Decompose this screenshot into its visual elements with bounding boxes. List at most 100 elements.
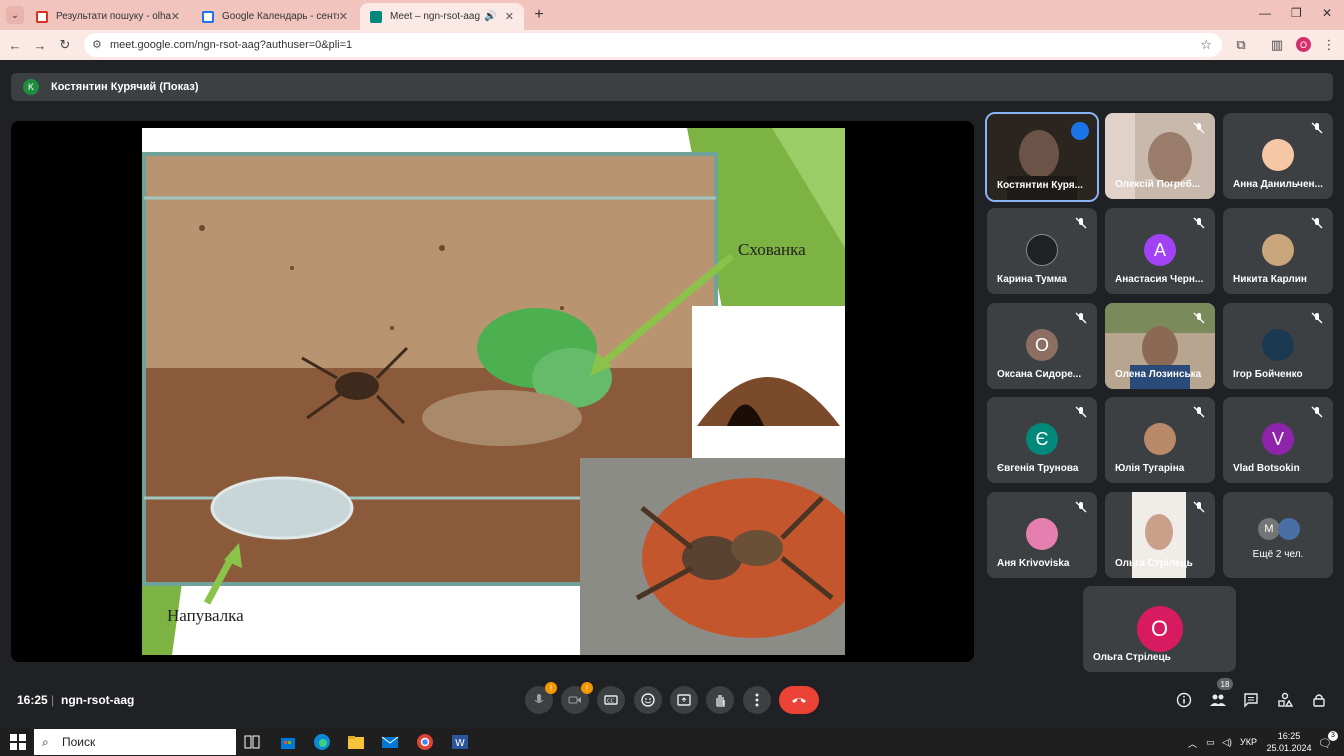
close-window-icon[interactable]: ✕ [1322, 6, 1332, 20]
close-tab-icon[interactable]: ✕ [171, 10, 180, 23]
emoji-icon [641, 693, 655, 707]
people-button[interactable] [1208, 690, 1228, 710]
close-tab-icon[interactable]: ✕ [339, 10, 348, 23]
more-participants-tile[interactable]: M Ещё 2 чел. [1223, 492, 1333, 578]
close-tab-icon[interactable]: ✕ [505, 10, 514, 23]
gmail-icon [36, 10, 48, 23]
participant-avatar [1262, 139, 1294, 171]
participant-tile[interactable]: Карина Тумма [987, 208, 1097, 294]
side-panel-icon[interactable]: ▥ [1268, 36, 1286, 54]
word-icon[interactable]: W [451, 733, 469, 751]
task-view-icon[interactable] [243, 733, 261, 751]
mic-off-icon [1193, 501, 1205, 513]
more-vertical-icon [755, 693, 759, 707]
participant-tile[interactable]: Ольга Стрілець [1105, 492, 1215, 578]
camera-button[interactable]: ! [561, 682, 593, 714]
mic-off-icon [1193, 312, 1205, 324]
site-info-icon[interactable]: ⚙ [92, 38, 102, 51]
taskbar-search-placeholder: Поиск [62, 735, 96, 749]
presenter-name: Костянтин Курячий (Показ) [51, 81, 199, 93]
self-tile[interactable]: O Ольга Стрілець [1083, 586, 1236, 672]
participant-name: Никита Карлин [1233, 274, 1307, 285]
people-icon [1210, 694, 1226, 706]
people-count-badge: 18 [1217, 678, 1233, 690]
address-bar[interactable]: ⚙ meet.google.com/ngn-rsot-aag?authuser=… [84, 33, 1222, 57]
participant-tile[interactable]: Олена Лозинська [1105, 303, 1215, 389]
taskbar-date: 25.01.2024 [1266, 743, 1312, 753]
taskbar-search-box[interactable]: ⌕ Поиск [34, 729, 236, 755]
participant-avatar: A [1144, 234, 1176, 266]
browser-tab-title: Результати пошуку - olhastrile [56, 11, 171, 22]
warning-badge: ! [545, 682, 557, 694]
meeting-details-button[interactable] [1174, 690, 1194, 710]
svg-text:CC: CC [607, 699, 614, 705]
microsoft-store-icon[interactable] [279, 733, 297, 751]
browser-tab-active[interactable]: Meet – ngn-rsot-aag 🔊 ✕ [360, 3, 524, 30]
browser-tab[interactable]: Результати пошуку - olhastrile ✕ [26, 3, 190, 30]
taskbar-clock[interactable]: 16:25 25.01.2024 [1264, 730, 1314, 754]
presenter-avatar: K [23, 79, 39, 95]
mic-off-icon [1193, 217, 1205, 229]
present-screen-button[interactable] [670, 686, 698, 714]
profile-avatar[interactable]: O [1296, 37, 1311, 52]
meet-icon [370, 10, 382, 23]
browser-toolbar: ← → ↻ ⚙ meet.google.com/ngn-rsot-aag?aut… [0, 30, 1344, 60]
input-language[interactable]: УКР [1240, 737, 1257, 747]
microphone-button[interactable]: ! [525, 682, 557, 714]
tray-chevron-up-icon[interactable]: ︿ [1188, 737, 1197, 750]
browser-menu-icon[interactable]: ⋮ [1320, 36, 1338, 54]
more-options-button[interactable] [743, 686, 771, 714]
reload-icon[interactable]: ↻ [56, 36, 74, 54]
participant-tile[interactable]: Костянтин Куря... [985, 112, 1099, 202]
mic-off-icon [1311, 217, 1323, 229]
forward-arrow-icon[interactable]: → [31, 36, 49, 54]
volume-icon[interactable]: ◁) [1222, 737, 1232, 748]
chat-button[interactable] [1241, 690, 1261, 710]
mic-icon [534, 694, 544, 703]
participant-avatar [1278, 518, 1300, 540]
participant-tile[interactable]: Никита Карлин [1223, 208, 1333, 294]
chrome-icon[interactable] [416, 733, 434, 751]
bookmark-star-icon[interactable]: ☆ [1200, 37, 1212, 53]
restore-window-icon[interactable]: ❐ [1291, 6, 1302, 20]
taskbar-time: 16:25 [1277, 731, 1301, 741]
participant-tile[interactable]: V Vlad Botsokin [1223, 397, 1333, 483]
tarantula-photo [580, 458, 845, 655]
participant-tile[interactable]: Юлія Тугаріна [1105, 397, 1215, 483]
reactions-button[interactable] [634, 686, 662, 714]
mic-off-icon [1075, 501, 1087, 513]
new-tab-button[interactable]: + [530, 6, 548, 24]
participant-avatar [1026, 518, 1058, 550]
host-controls-button[interactable] [1309, 690, 1329, 710]
tab-search-chevron-icon[interactable]: ⌄ [6, 6, 24, 24]
activities-button[interactable] [1275, 690, 1295, 710]
participant-tile[interactable]: Анна Данильчен... [1223, 113, 1333, 199]
participant-tile[interactable]: A Анастасия Черн... [1105, 208, 1215, 294]
audio-playing-icon[interactable]: 🔊 [484, 11, 496, 22]
captions-icon: CC [604, 695, 618, 705]
participant-name: Анастасия Черн... [1115, 274, 1204, 285]
participant-tile[interactable]: Аня Krivoviska [987, 492, 1097, 578]
file-explorer-icon[interactable] [347, 733, 365, 751]
back-arrow-icon[interactable]: ← [6, 36, 24, 54]
edge-browser-icon[interactable] [313, 733, 331, 751]
participant-tile[interactable]: Олексій Погреб... [1105, 113, 1215, 199]
leave-call-button[interactable] [779, 686, 819, 714]
browser-tab[interactable]: Google Календарь - сентябрь ✕ [192, 3, 358, 30]
participant-avatar: M [1258, 518, 1280, 540]
windows-start-icon[interactable] [9, 733, 27, 751]
mic-off-icon [1193, 122, 1205, 134]
raise-hand-button[interactable] [706, 686, 734, 714]
extensions-puzzle-icon[interactable]: ⧉ [1232, 36, 1250, 54]
network-icon[interactable]: ▭ [1206, 737, 1215, 748]
captions-button[interactable]: CC [597, 686, 625, 714]
mail-icon[interactable] [381, 733, 399, 751]
participant-tile[interactable]: О Оксана Сидоре... [987, 303, 1097, 389]
participant-tile[interactable]: Є Євгенія Трунова [987, 397, 1097, 483]
participant-tile[interactable]: Ігор Бойченко [1223, 303, 1333, 389]
participant-avatar [1144, 423, 1176, 455]
participant-name: Vlad Botsokin [1233, 463, 1300, 474]
mic-off-icon [1075, 312, 1087, 324]
svg-text:W: W [455, 738, 465, 749]
minimize-window-icon[interactable]: — [1259, 6, 1271, 20]
